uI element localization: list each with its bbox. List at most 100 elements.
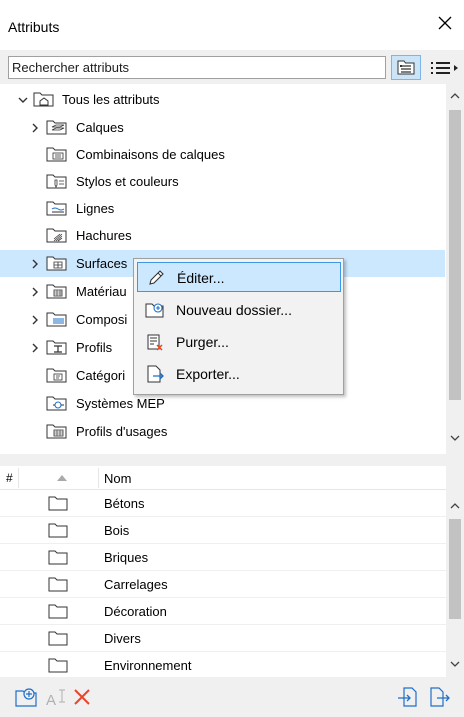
panel-splitter[interactable] bbox=[0, 454, 464, 466]
column-divider[interactable] bbox=[18, 468, 19, 488]
fills-folder-icon bbox=[46, 228, 67, 243]
tree-view-button[interactable] bbox=[391, 55, 421, 80]
list-item[interactable]: Bois bbox=[0, 517, 446, 544]
surfaces-folder-icon bbox=[46, 256, 67, 271]
chevron-right-icon[interactable] bbox=[30, 123, 40, 133]
list-item[interactable]: Divers bbox=[0, 625, 446, 652]
export-icon[interactable] bbox=[428, 685, 452, 709]
folder-icon bbox=[48, 577, 68, 592]
column-divider[interactable] bbox=[98, 468, 99, 488]
menu-item-label: Nouveau dossier... bbox=[176, 302, 292, 318]
list-view-button[interactable] bbox=[428, 56, 460, 80]
tree-item-label: Catégori bbox=[76, 368, 126, 383]
chevron-right-icon[interactable] bbox=[30, 287, 40, 297]
tree-view-icon bbox=[397, 60, 415, 75]
chevron-right-icon[interactable] bbox=[30, 259, 40, 269]
search-input[interactable] bbox=[8, 56, 386, 79]
context-menu: Éditer... Nouveau dossier... Purger... E… bbox=[133, 258, 344, 395]
list-scrollbar[interactable] bbox=[446, 466, 464, 677]
sort-ascending-icon[interactable] bbox=[57, 475, 67, 481]
list-item-name: Bétons bbox=[104, 496, 145, 511]
attribute-list[interactable]: # Nom Bétons Bois Briques Carrelages Déc… bbox=[0, 466, 464, 679]
list-item[interactable]: Environnement bbox=[0, 652, 446, 679]
list-item-name: Bois bbox=[104, 523, 130, 538]
menu-item-label: Éditer... bbox=[177, 270, 225, 286]
tree-item-label: Systèmes MEP bbox=[76, 396, 165, 411]
list-item[interactable]: Carrelages bbox=[0, 571, 446, 598]
tree-item-lines[interactable]: Lignes bbox=[0, 195, 445, 222]
lines-folder-icon bbox=[46, 201, 67, 216]
new-folder-icon bbox=[145, 303, 164, 318]
pencil-icon bbox=[149, 270, 164, 285]
profiles-folder-icon bbox=[46, 340, 67, 355]
tree-item-label: Profils d'usages bbox=[76, 424, 168, 439]
tree-item-label: Stylos et couleurs bbox=[76, 174, 179, 189]
svg-text:A: A bbox=[46, 692, 56, 709]
chevron-down-icon[interactable] bbox=[18, 95, 28, 105]
tree-item-all-attributes[interactable]: Tous les attributs bbox=[0, 86, 445, 113]
folder-icon bbox=[48, 631, 68, 646]
tree-item-layer-combinations[interactable]: Combinaisons de calques bbox=[0, 141, 445, 168]
scroll-down-icon[interactable] bbox=[450, 660, 460, 668]
tree-item-label: Lignes bbox=[76, 201, 115, 216]
export-icon bbox=[147, 365, 164, 383]
tree-item-pens-colors[interactable]: Stylos et couleurs bbox=[0, 168, 445, 195]
tree-item-label: Profils bbox=[76, 340, 113, 355]
tree-scrollbar-thumb[interactable] bbox=[449, 110, 461, 400]
tree-item-label: Matériau bbox=[76, 284, 127, 299]
folder-icon bbox=[48, 550, 68, 565]
menu-item-purge[interactable]: Purger... bbox=[137, 327, 341, 357]
home-folder-icon bbox=[33, 92, 54, 107]
column-header-name[interactable]: Nom bbox=[104, 471, 131, 486]
folder-icon bbox=[48, 604, 68, 619]
list-item[interactable]: Décoration bbox=[0, 598, 446, 625]
purge-icon bbox=[147, 334, 163, 351]
column-header-number[interactable]: # bbox=[6, 471, 13, 485]
tree-item-layers[interactable]: Calques bbox=[0, 114, 445, 141]
folder-icon bbox=[48, 658, 68, 673]
tree-item-label: Calques bbox=[76, 120, 124, 135]
menu-item-new-folder[interactable]: Nouveau dossier... bbox=[137, 295, 341, 325]
chevron-right-icon[interactable] bbox=[30, 315, 40, 325]
list-item-name: Environnement bbox=[104, 658, 192, 673]
list-item[interactable]: Briques bbox=[0, 544, 446, 571]
layers-folder-icon bbox=[46, 120, 67, 135]
list-view-icon bbox=[431, 62, 458, 74]
tree-item-fills[interactable]: Hachures bbox=[0, 222, 445, 249]
list-header: # Nom bbox=[0, 466, 446, 490]
list-item-name: Carrelages bbox=[104, 577, 168, 592]
scroll-down-icon[interactable] bbox=[450, 434, 460, 442]
tree-item-usage-profiles[interactable]: Profils d'usages bbox=[0, 418, 445, 445]
scroll-up-icon[interactable] bbox=[450, 92, 460, 100]
delete-icon[interactable] bbox=[70, 685, 94, 709]
tree-item-label: Combinaisons de calques bbox=[76, 147, 225, 162]
composites-folder-icon bbox=[46, 312, 67, 327]
list-item-name: Briques bbox=[104, 550, 149, 565]
tree-item-label: Tous les attributs bbox=[62, 92, 160, 107]
folder-icon bbox=[48, 523, 68, 538]
window-title: Attributs bbox=[8, 19, 60, 35]
list-item-name: Décoration bbox=[104, 604, 167, 619]
scroll-up-icon[interactable] bbox=[450, 502, 460, 510]
close-icon[interactable] bbox=[436, 14, 454, 32]
new-folder-icon[interactable] bbox=[14, 685, 38, 709]
usage-profiles-folder-icon bbox=[46, 424, 67, 439]
pens-folder-icon bbox=[46, 174, 67, 189]
import-icon[interactable] bbox=[396, 685, 420, 709]
tree-item-label: Surfaces bbox=[76, 256, 128, 271]
tree-item-label: Hachures bbox=[76, 228, 132, 243]
list-scrollbar-thumb[interactable] bbox=[449, 519, 461, 619]
menu-item-export[interactable]: Exporter... bbox=[137, 359, 341, 389]
bottom-toolbar: A bbox=[0, 677, 464, 717]
chevron-right-icon[interactable] bbox=[30, 343, 40, 353]
menu-item-label: Purger... bbox=[176, 334, 229, 350]
tree-item-label: Composi bbox=[76, 312, 128, 327]
layer-combinations-folder-icon bbox=[46, 147, 67, 162]
list-item-name: Divers bbox=[104, 631, 141, 646]
list-item[interactable]: Bétons bbox=[0, 490, 446, 517]
tree-scrollbar[interactable] bbox=[446, 84, 464, 454]
menu-item-edit[interactable]: Éditer... bbox=[137, 262, 341, 292]
title-bar: Attributs bbox=[0, 0, 464, 50]
materials-folder-icon bbox=[46, 284, 67, 299]
rename-icon[interactable]: A bbox=[44, 685, 68, 709]
